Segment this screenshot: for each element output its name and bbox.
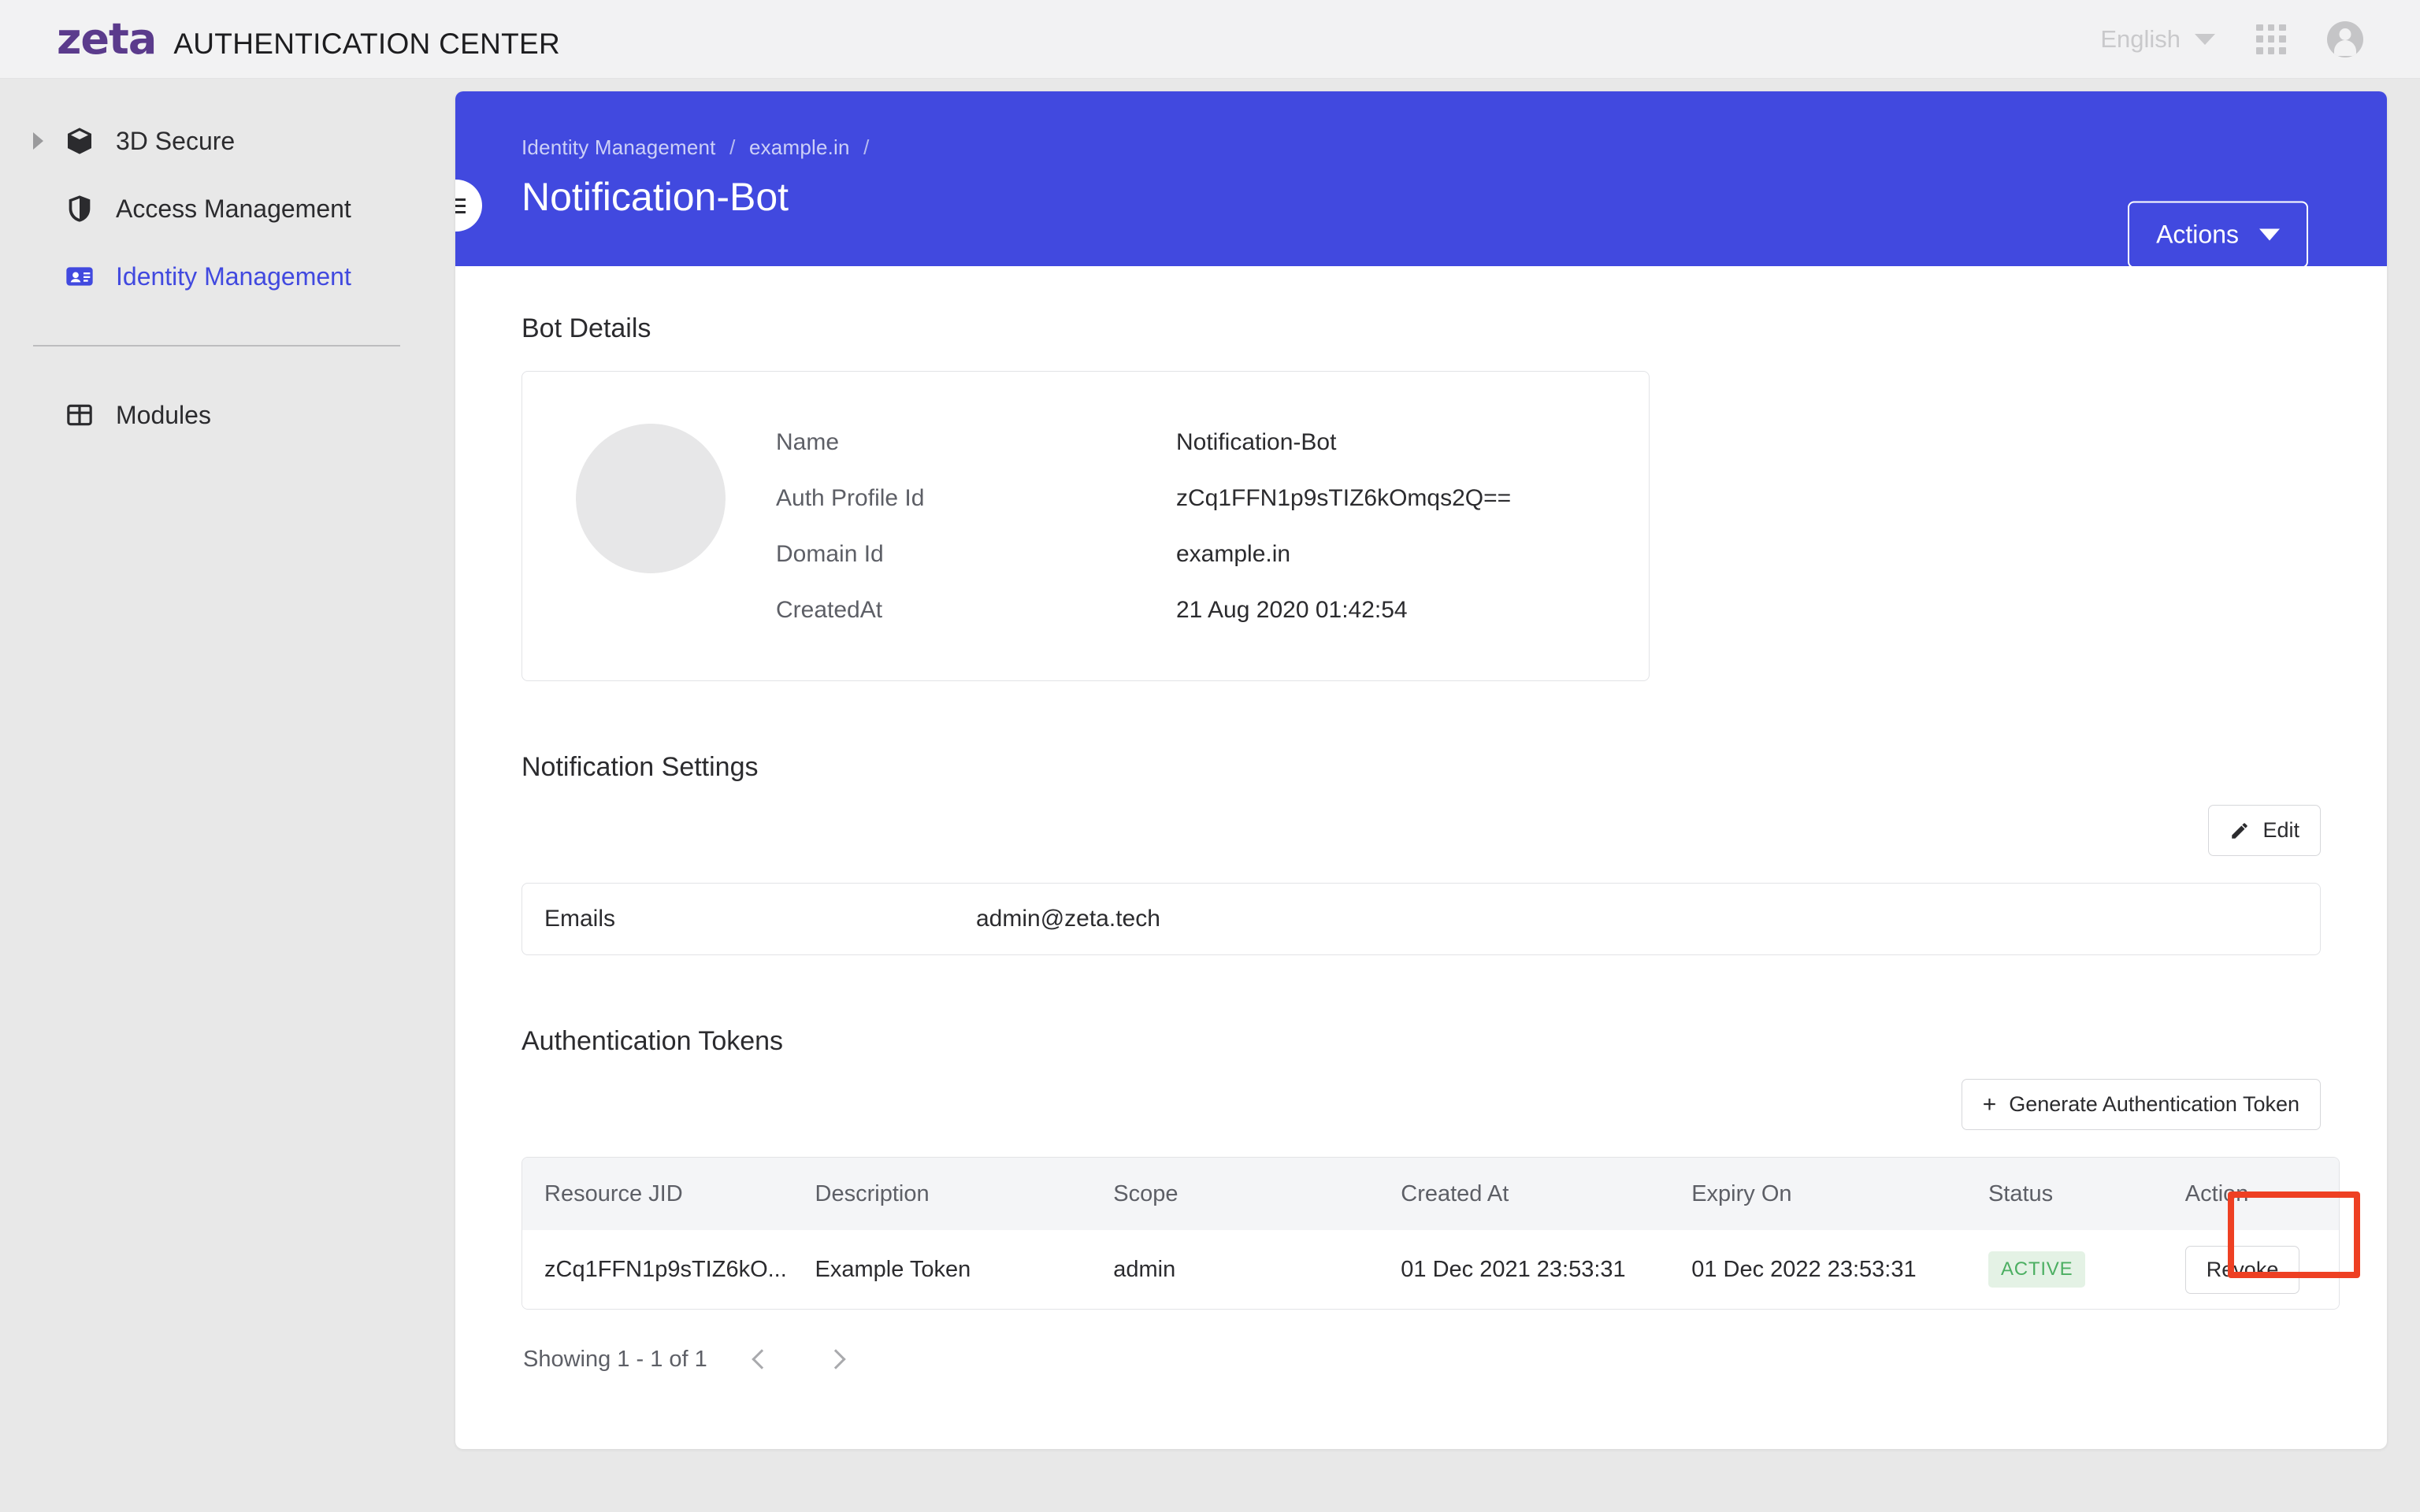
- zeta-wordmark: zeta: [57, 13, 157, 64]
- chevron-down-icon: [2195, 33, 2215, 45]
- emails-value: admin@zeta.tech: [976, 906, 1160, 932]
- column-header-action: Action: [2184, 1180, 2249, 1206]
- sidebar-item-3d-secure[interactable]: 3D Secure: [0, 107, 455, 175]
- sidebar-item-identity-management[interactable]: Identity Management: [0, 243, 455, 310]
- table-header-row: Resource JID Description Scope Created A…: [522, 1158, 2339, 1230]
- pencil-icon: [2229, 821, 2250, 841]
- detail-key: Auth Profile Id: [776, 484, 925, 511]
- detail-key: Name: [776, 428, 840, 455]
- detail-row-name: Name Notification-Bot: [776, 414, 1649, 470]
- page-title: Notification-Bot: [521, 175, 789, 219]
- cell-created-at: 01 Dec 2021 23:53:31: [1401, 1256, 1626, 1282]
- emails-card: Emails admin@zeta.tech: [521, 883, 2321, 955]
- emails-key: Emails: [544, 906, 616, 932]
- cell-resource-jid: zCq1FFN1p9sTIZ6kO...: [544, 1256, 787, 1282]
- column-header-description: Description: [815, 1180, 930, 1206]
- breadcrumb: Identity Management / example.in /: [521, 135, 2387, 160]
- expand-arrow-icon[interactable]: [33, 132, 43, 150]
- sidebar-divider: [33, 345, 400, 346]
- sidebar-item-modules[interactable]: Modules: [0, 381, 455, 449]
- topbar-actions: English: [2100, 20, 2363, 57]
- main-panel: Identity Management / example.in / Notif…: [455, 91, 2387, 1449]
- detail-value: zCq1FFN1p9sTIZ6kOmqs2Q==: [1176, 484, 1512, 511]
- actions-button-label: Actions: [2156, 220, 2239, 249]
- bot-details-card: Name Notification-Bot Auth Profile Id zC…: [521, 371, 1650, 681]
- chevron-down-icon: [2259, 228, 2280, 241]
- grid-apps-icon[interactable]: [2256, 24, 2286, 54]
- detail-row-auth-profile-id: Auth Profile Id zCq1FFN1p9sTIZ6kOmqs2Q==: [776, 470, 1649, 526]
- auth-tokens-toolbar: + Generate Authentication Token: [521, 1079, 2321, 1130]
- detail-row-domain-id: Domain Id example.in: [776, 526, 1649, 582]
- sidebar-item-label: 3D Secure: [116, 126, 236, 155]
- edit-button-label: Edit: [2262, 818, 2299, 842]
- hamburger-icon[interactable]: [455, 180, 482, 232]
- column-header-created-at: Created At: [1401, 1180, 1509, 1206]
- auth-tokens-table: Resource JID Description Scope Created A…: [521, 1157, 2340, 1310]
- notification-settings-heading: Notification Settings: [521, 752, 759, 782]
- detail-value: Notification-Bot: [1176, 428, 1337, 455]
- detail-value: 21 Aug 2020 01:42:54: [1176, 596, 1408, 623]
- column-header-status: Status: [1988, 1180, 2054, 1206]
- bot-details-heading: Bot Details: [521, 313, 651, 343]
- status-badge: ACTIVE: [1988, 1251, 2086, 1288]
- panel-content: Bot Details Name Notification-Bot Auth P…: [455, 266, 2387, 1379]
- language-selector[interactable]: English: [2100, 25, 2215, 54]
- cell-status: ACTIVE: [1988, 1251, 2185, 1288]
- column-header-resource-jid: Resource JID: [544, 1180, 683, 1206]
- pagination-prev-button[interactable]: [742, 1340, 781, 1379]
- cell-action: Revoke: [2184, 1245, 2339, 1294]
- breadcrumb-item-2[interactable]: example.in: [749, 135, 850, 159]
- auth-tokens-heading: Authentication Tokens: [521, 1026, 784, 1056]
- sidebar: 3D Secure Access Management Identity Man…: [0, 79, 455, 1512]
- grid-table-icon: [64, 399, 95, 431]
- sidebar-item-label: Identity Management: [116, 261, 351, 291]
- generate-token-label: Generate Authentication Token: [2009, 1092, 2299, 1116]
- edit-button[interactable]: Edit: [2208, 805, 2321, 856]
- plus-icon: +: [1982, 1091, 1997, 1117]
- pagination-summary: Showing 1 - 1 of 1: [523, 1346, 707, 1372]
- detail-value: example.in: [1176, 540, 1291, 567]
- sidebar-item-label: Modules: [116, 400, 211, 429]
- breadcrumb-item-1[interactable]: Identity Management: [521, 135, 716, 159]
- sidebar-item-label: Access Management: [116, 194, 351, 223]
- detail-row-created-at: CreatedAt 21 Aug 2020 01:42:54: [776, 582, 1649, 638]
- language-label: English: [2100, 24, 2181, 53]
- chevron-left-icon: [752, 1349, 772, 1369]
- contact-card-icon: [64, 261, 95, 292]
- breadcrumb-separator: /: [863, 135, 870, 159]
- bot-details-list: Name Notification-Bot Auth Profile Id zC…: [776, 414, 1649, 638]
- user-avatar-icon[interactable]: [2327, 20, 2363, 57]
- chevron-right-icon: [826, 1349, 846, 1369]
- cube-icon: [64, 125, 95, 157]
- panel-header: Identity Management / example.in / Notif…: [455, 91, 2387, 269]
- cell-description: Example Token: [815, 1256, 971, 1282]
- cell-expiry-on: 01 Dec 2022 23:53:31: [1691, 1256, 1917, 1282]
- pagination: Showing 1 - 1 of 1: [521, 1340, 2321, 1379]
- pagination-next-button[interactable]: [816, 1340, 856, 1379]
- app-title: AUTHENTICATION CENTER: [173, 27, 561, 60]
- actions-button[interactable]: Actions: [2128, 201, 2308, 269]
- detail-key: Domain Id: [776, 540, 884, 567]
- bot-avatar: [576, 424, 726, 573]
- sidebar-item-access-management[interactable]: Access Management: [0, 175, 455, 243]
- shield-icon: [64, 193, 95, 224]
- cell-scope: admin: [1113, 1256, 1176, 1282]
- generate-authentication-token-button[interactable]: + Generate Authentication Token: [1961, 1079, 2321, 1130]
- brand-logo: zeta AUTHENTICATION CENTER: [57, 13, 561, 64]
- revoke-button[interactable]: Revoke: [2184, 1245, 2300, 1294]
- table-row: zCq1FFN1p9sTIZ6kO... Example Token admin…: [522, 1230, 2339, 1309]
- column-header-expiry-on: Expiry On: [1691, 1180, 1792, 1206]
- breadcrumb-separator: /: [729, 135, 736, 159]
- column-header-scope: Scope: [1113, 1180, 1178, 1206]
- notification-settings-toolbar: Edit: [521, 805, 2321, 856]
- top-app-bar: zeta AUTHENTICATION CENTER English: [0, 0, 2420, 79]
- detail-key: CreatedAt: [776, 596, 883, 623]
